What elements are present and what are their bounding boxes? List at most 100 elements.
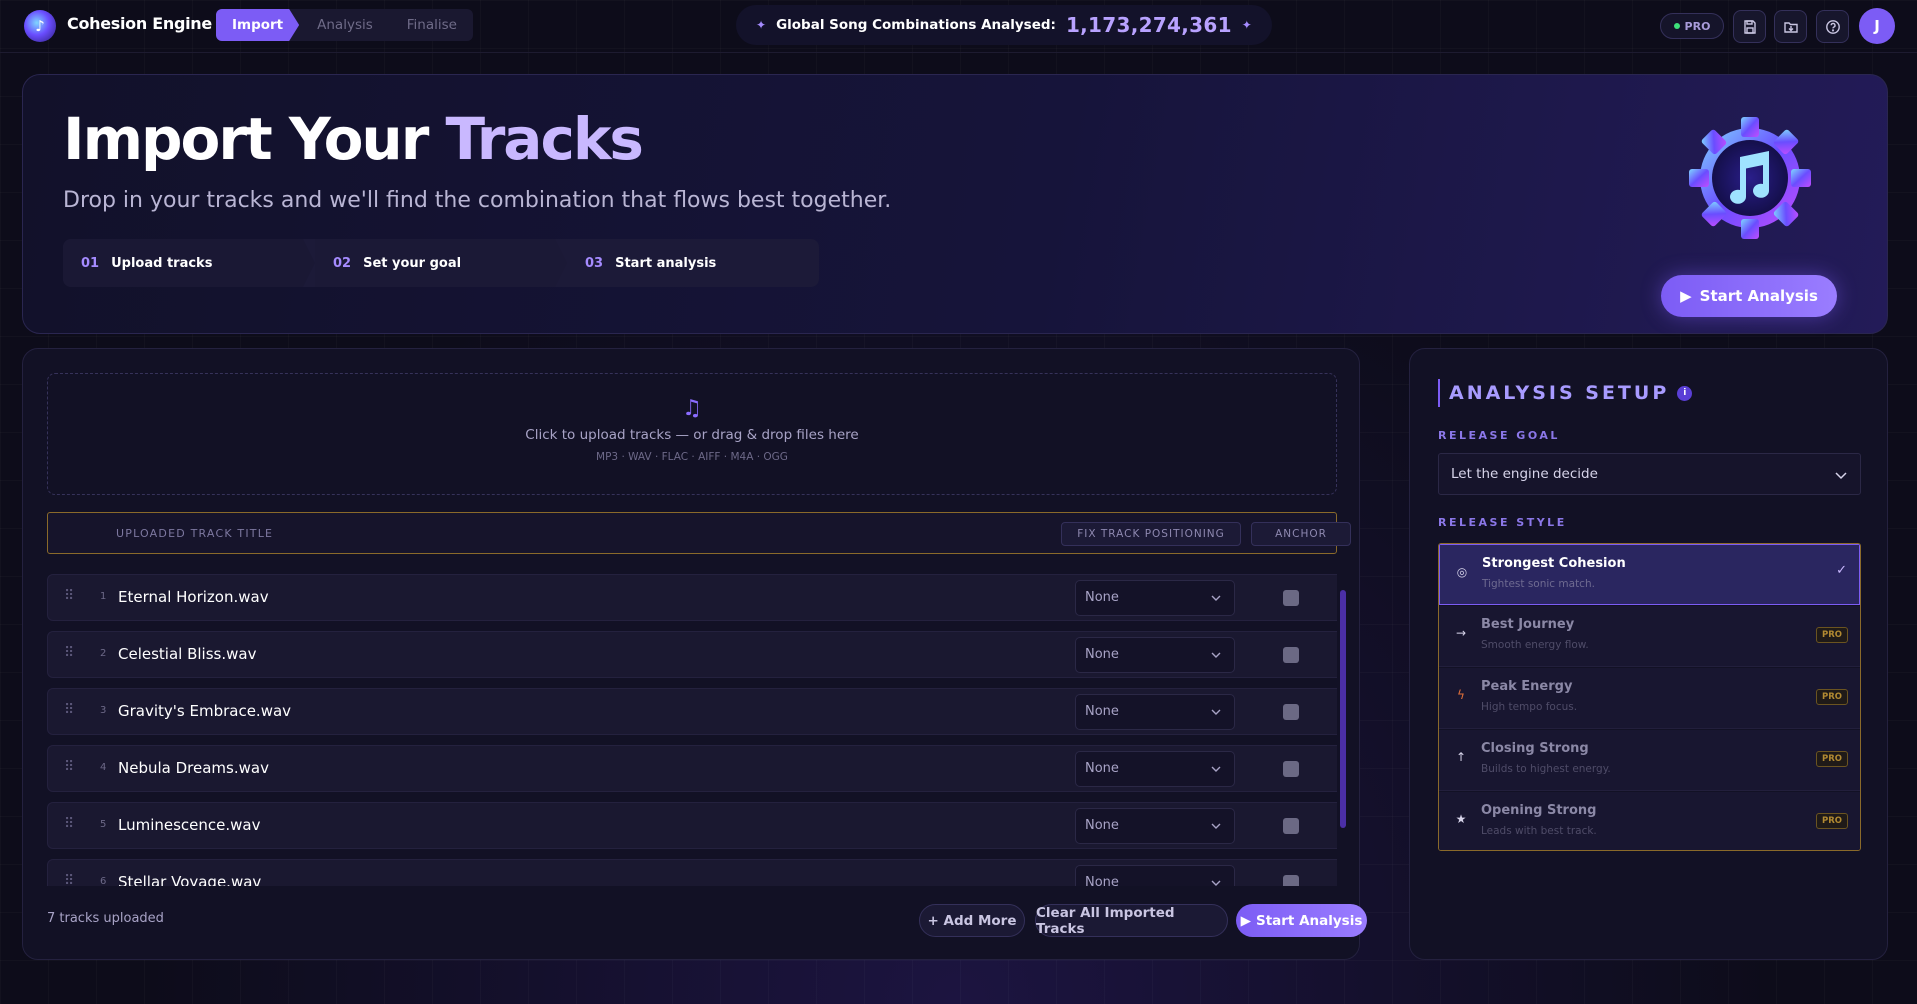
table-row[interactable]: ⠿ 4 Nebula Dreams.wav None × — [47, 745, 1337, 792]
pro-status-badge[interactable]: PRO — [1660, 13, 1724, 39]
chevron-down-icon — [1211, 595, 1221, 601]
table-row[interactable]: ⠿ 2 Celestial Bliss.wav None × — [47, 631, 1337, 678]
position-select[interactable]: None — [1075, 694, 1235, 730]
style-name: Peak Energy — [1481, 679, 1573, 694]
table-row[interactable]: ⠿ 1 Eternal Horizon.wav None × — [47, 574, 1337, 621]
nav-step-analysis[interactable]: Analysis — [299, 9, 389, 41]
add-more-button[interactable]: + Add More — [919, 904, 1025, 937]
style-description: Leads with best track. — [1481, 825, 1597, 837]
anchor-checkbox[interactable] — [1283, 761, 1299, 777]
remove-track-icon[interactable]: × — [1336, 587, 1337, 605]
remove-track-icon[interactable]: × — [1336, 644, 1337, 662]
style-option-peak-energy[interactable]: ϟ Peak Energy High tempo focus. PRO — [1439, 668, 1860, 729]
release-style-label: RELEASE STYLE — [1438, 516, 1567, 529]
anchor-checkbox[interactable] — [1283, 590, 1299, 606]
chevron-down-icon — [1835, 472, 1847, 480]
upload-dropzone[interactable]: ♫ Click to upload tracks — or drag & dro… — [47, 373, 1337, 495]
drag-handle-icon[interactable]: ⠿ — [64, 873, 74, 886]
position-select[interactable]: None — [1075, 865, 1235, 886]
anchor-checkbox[interactable] — [1283, 704, 1299, 720]
nav-step-import[interactable]: Import — [216, 9, 299, 41]
position-select[interactable]: None — [1075, 808, 1235, 844]
style-option-best-journey[interactable]: → Best Journey Smooth energy flow. PRO — [1439, 606, 1860, 667]
hero-start-label: Start Analysis — [1699, 287, 1818, 305]
help-button[interactable] — [1816, 10, 1849, 43]
star-icon: ★ — [1455, 812, 1467, 826]
anchor-checkbox[interactable] — [1283, 875, 1299, 886]
release-goal-select[interactable]: Let the engine decide — [1438, 453, 1861, 495]
remove-track-icon[interactable]: × — [1336, 701, 1337, 719]
style-description: Tightest sonic match. — [1482, 578, 1595, 590]
position-select[interactable]: None — [1075, 580, 1235, 616]
counter-value: 1,173,274,361 — [1065, 13, 1232, 37]
position-value: None — [1085, 875, 1119, 886]
style-option-strongest-cohesion[interactable]: ◎ Strongest Cohesion Tightest sonic matc… — [1439, 544, 1860, 605]
track-name: Gravity's Embrace.wav — [118, 702, 292, 720]
position-select[interactable]: None — [1075, 637, 1235, 673]
remove-track-icon[interactable]: × — [1336, 758, 1337, 776]
table-row[interactable]: ⠿ 6 Stellar Voyage.wav None × — [47, 859, 1337, 886]
track-list[interactable]: ⠿ 1 Eternal Horizon.wav None × ⠿ 2 Celes… — [47, 574, 1337, 886]
style-option-opening-strong[interactable]: ★ Opening Strong Leads with best track. … — [1439, 792, 1860, 850]
page-title-main: Import Your — [63, 105, 446, 173]
anchor-checkbox[interactable] — [1283, 818, 1299, 834]
track-list-scrollbar[interactable] — [1340, 590, 1346, 828]
folder-download-icon — [1783, 21, 1798, 33]
release-goal-value: Let the engine decide — [1451, 466, 1598, 482]
info-icon[interactable]: i — [1677, 385, 1693, 401]
setup-title-text: ANALYSIS SETUP — [1449, 382, 1670, 404]
release-style-options: ◎ Strongest Cohesion Tightest sonic matc… — [1438, 543, 1861, 851]
howto-step-label: Start analysis — [615, 255, 717, 271]
how-it-works-steps: 01 Upload tracks 02 Set your goal 03 Sta… — [63, 239, 819, 287]
page-title: Import Your Tracks — [63, 105, 644, 173]
howto-step-upload: 01 Upload tracks — [63, 239, 315, 287]
column-header-anchor[interactable]: ANCHOR — [1251, 522, 1351, 546]
clear-all-button[interactable]: Clear All Imported Tracks — [1035, 904, 1228, 937]
anchor-checkbox[interactable] — [1283, 647, 1299, 663]
drag-handle-icon[interactable]: ⠿ — [64, 588, 74, 604]
setup-title: ANALYSIS SETUP i — [1438, 379, 1693, 407]
chevron-down-icon — [1211, 766, 1221, 772]
drag-handle-icon[interactable]: ⠿ — [64, 816, 74, 832]
user-avatar[interactable]: J — [1859, 8, 1895, 44]
analysis-setup-panel: ANALYSIS SETUP i RELEASE GOAL Let the en… — [1409, 348, 1888, 960]
table-row[interactable]: ⠿ 3 Gravity's Embrace.wav None × — [47, 688, 1337, 735]
nav-step-finalise[interactable]: Finalise — [389, 9, 473, 41]
table-row[interactable]: ⠿ 5 Luminescence.wav None × — [47, 802, 1337, 849]
column-header-title: UPLOADED TRACK TITLE — [116, 527, 274, 540]
remove-track-icon[interactable]: × — [1336, 815, 1337, 833]
style-name: Closing Strong — [1481, 741, 1589, 756]
save-icon — [1743, 19, 1756, 34]
remove-track-icon[interactable]: × — [1336, 872, 1337, 886]
pro-badge: PRO — [1815, 751, 1848, 767]
position-value: None — [1085, 590, 1119, 605]
upload-instruction: Click to upload tracks — or drag & drop … — [525, 427, 859, 443]
style-description: High tempo focus. — [1481, 701, 1578, 713]
position-value: None — [1085, 761, 1119, 776]
style-description: Builds to highest energy. — [1481, 763, 1611, 775]
import-folder-button[interactable] — [1774, 10, 1807, 43]
howto-step-start: 03 Start analysis — [567, 239, 819, 287]
hero-start-analysis-button[interactable]: ▶ Start Analysis — [1661, 275, 1837, 317]
start-analysis-label: Start Analysis — [1255, 912, 1363, 929]
supported-formats: MP3 · WAV · FLAC · AIFF · M4A · OGG — [596, 451, 788, 463]
start-analysis-button[interactable]: ▶ Start Analysis — [1236, 904, 1367, 937]
position-select[interactable]: None — [1075, 751, 1235, 787]
column-header-fix-positioning[interactable]: FIX TRACK POSITIONING — [1061, 522, 1241, 546]
track-name: Celestial Bliss.wav — [118, 645, 257, 663]
position-value: None — [1085, 704, 1119, 719]
drag-handle-icon[interactable]: ⠿ — [64, 759, 74, 775]
release-goal-label: RELEASE GOAL — [1438, 429, 1560, 442]
arrow-up-icon: ↑ — [1455, 750, 1467, 764]
status-dot-icon — [1673, 23, 1680, 29]
style-option-closing-strong[interactable]: ↑ Closing Strong Builds to highest energ… — [1439, 730, 1860, 791]
pro-badge: PRO — [1815, 627, 1848, 643]
music-note-icon: ♫ — [682, 396, 702, 421]
drag-handle-icon[interactable]: ⠿ — [64, 702, 74, 718]
track-index: 4 — [100, 762, 107, 773]
save-button[interactable] — [1733, 10, 1766, 43]
logo-icon[interactable]: ♪ — [24, 10, 56, 42]
step-navigation: Import Analysis Finalise — [216, 9, 473, 41]
track-name: Stellar Voyage.wav — [118, 873, 262, 886]
drag-handle-icon[interactable]: ⠿ — [64, 645, 74, 661]
